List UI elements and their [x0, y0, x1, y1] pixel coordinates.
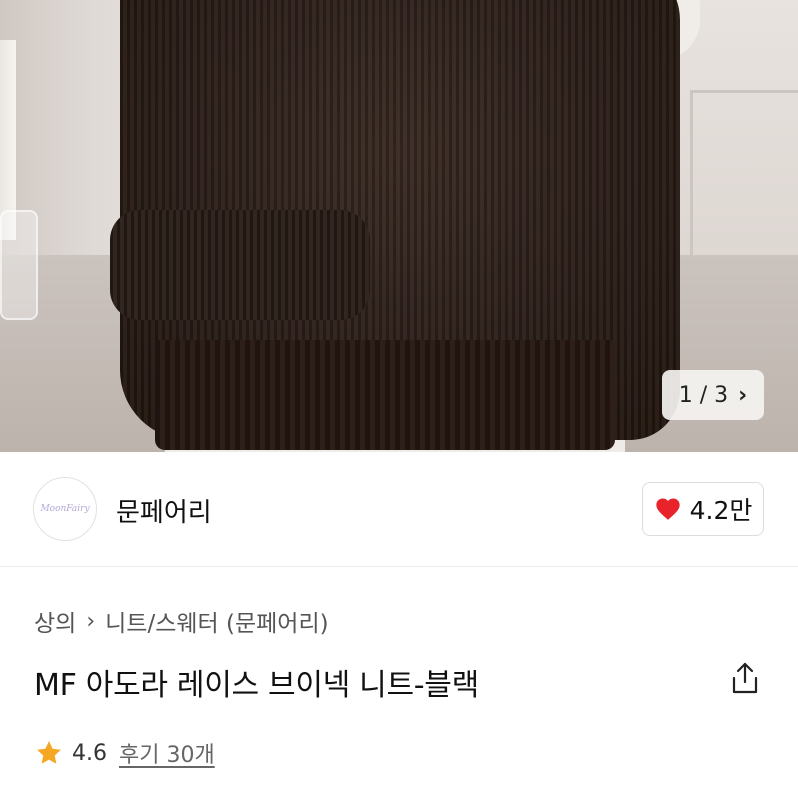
brand-logo[interactable]: MoonFairy [33, 477, 97, 541]
like-button[interactable]: 4.2만 [642, 482, 764, 536]
image-sweater-hem [155, 340, 615, 450]
brand-name[interactable]: 문페어리 [116, 492, 212, 529]
rating-row: 4.6 후기 30개 [34, 737, 215, 769]
chevron-right-icon: › [86, 608, 96, 634]
like-count: 4.2만 [689, 496, 753, 525]
image-pager[interactable]: 1 / 3 › [662, 370, 764, 420]
breadcrumb-subcategory[interactable]: 니트/스웨터 (문페어리) [105, 604, 328, 638]
star-icon [37, 741, 61, 764]
reviews-link[interactable]: 후기 30개 [119, 737, 215, 769]
share-icon[interactable] [728, 660, 762, 696]
brand-logo-text: MoonFairy [40, 504, 90, 514]
heart-icon [655, 498, 680, 520]
pager-total: 3 [714, 382, 729, 408]
product-title: MF 아도라 레이스 브이넥 니트-블랙 [34, 668, 479, 703]
chevron-right-icon: › [738, 382, 748, 408]
image-background-molding [690, 90, 798, 270]
pager-text: 1 / 3 [679, 383, 728, 408]
pager-separator: / [699, 382, 708, 408]
pager-current: 1 [678, 382, 693, 408]
breadcrumb-category[interactable]: 상의 [34, 604, 76, 638]
image-sweater-sleeve [110, 210, 370, 320]
breadcrumb: 상의 › 니트/스웨터 (문페어리) [34, 604, 329, 638]
rating-score: 4.6 [72, 740, 107, 766]
image-glass [0, 210, 38, 320]
product-image[interactable]: 1 / 3 › [0, 0, 798, 452]
brand-row: MoonFairy 문페어리 4.2만 [0, 452, 798, 567]
